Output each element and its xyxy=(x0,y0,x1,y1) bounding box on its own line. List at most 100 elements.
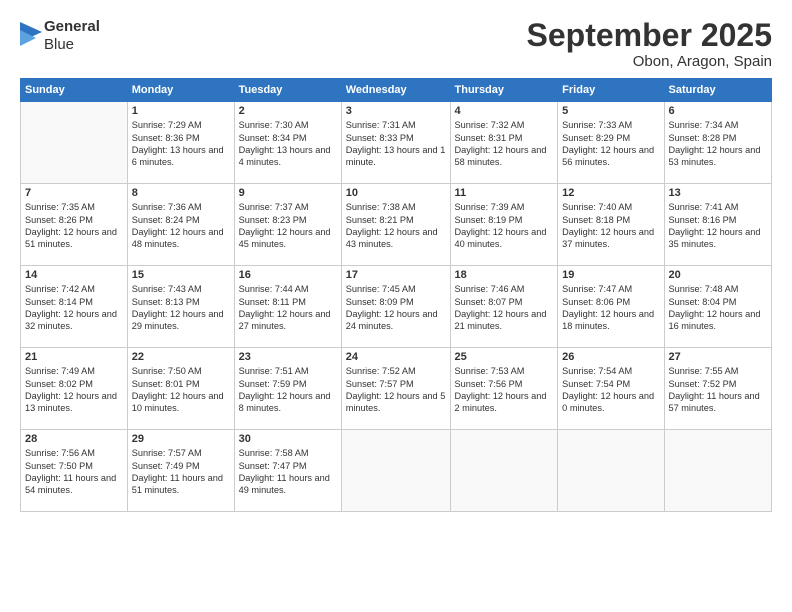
day-number: 19 xyxy=(562,269,659,281)
day-number: 22 xyxy=(132,351,230,363)
day-info: Sunrise: 7:32 AM Sunset: 8:31 PM Dayligh… xyxy=(455,119,554,169)
table-row: 19 Sunrise: 7:47 AM Sunset: 8:06 PM Dayli… xyxy=(558,266,664,348)
day-info: Sunrise: 7:31 AM Sunset: 8:33 PM Dayligh… xyxy=(346,119,446,169)
calendar-table: Sunday Monday Tuesday Wednesday Thursday… xyxy=(20,78,772,512)
day-number: 26 xyxy=(562,351,659,363)
day-info: Sunrise: 7:57 AM Sunset: 7:49 PM Dayligh… xyxy=(132,447,230,497)
day-info: Sunrise: 7:44 AM Sunset: 8:11 PM Dayligh… xyxy=(239,283,337,333)
table-row: 8 Sunrise: 7:36 AM Sunset: 8:24 PM Daylig… xyxy=(127,184,234,266)
day-info: Sunrise: 7:43 AM Sunset: 8:13 PM Dayligh… xyxy=(132,283,230,333)
day-info: Sunrise: 7:39 AM Sunset: 8:19 PM Dayligh… xyxy=(455,201,554,251)
day-info: Sunrise: 7:50 AM Sunset: 8:01 PM Dayligh… xyxy=(132,365,230,415)
col-sunday: Sunday xyxy=(21,79,128,102)
calendar-subtitle: Obon, Aragon, Spain xyxy=(527,53,772,70)
day-info: Sunrise: 7:41 AM Sunset: 8:16 PM Dayligh… xyxy=(669,201,768,251)
day-number: 4 xyxy=(455,105,554,117)
day-number: 11 xyxy=(455,187,554,199)
col-saturday: Saturday xyxy=(664,79,772,102)
table-row: 22 Sunrise: 7:50 AM Sunset: 8:01 PM Dayli… xyxy=(127,348,234,430)
logo-text: General Blue xyxy=(44,18,100,54)
logo-line1: General xyxy=(44,18,100,36)
table-row xyxy=(450,430,558,512)
table-row: 4 Sunrise: 7:32 AM Sunset: 8:31 PM Daylig… xyxy=(450,102,558,184)
day-number: 2 xyxy=(239,105,337,117)
day-number: 29 xyxy=(132,433,230,445)
day-info: Sunrise: 7:56 AM Sunset: 7:50 PM Dayligh… xyxy=(25,447,123,497)
day-info: Sunrise: 7:37 AM Sunset: 8:23 PM Dayligh… xyxy=(239,201,337,251)
day-number: 9 xyxy=(239,187,337,199)
table-row: 2Sunrise: 7:30 AM Sunset: 8:34 PM Daylig… xyxy=(234,102,341,184)
calendar-title: September 2025 xyxy=(527,18,772,53)
day-number: 14 xyxy=(25,269,123,281)
table-row: 23 Sunrise: 7:51 AM Sunset: 7:59 PM Dayli… xyxy=(234,348,341,430)
day-number: 3 xyxy=(346,105,446,117)
day-number: 12 xyxy=(562,187,659,199)
day-number: 5 xyxy=(562,105,659,117)
table-row: 30 Sunrise: 7:58 AM Sunset: 7:47 PM Dayli… xyxy=(234,430,341,512)
day-info: Sunrise: 7:53 AM Sunset: 7:56 PM Dayligh… xyxy=(455,365,554,415)
day-info: Sunrise: 7:55 AM Sunset: 7:52 PM Dayligh… xyxy=(669,365,768,415)
day-number: 10 xyxy=(346,187,446,199)
day-info: Sunrise: 7:47 AM Sunset: 8:06 PM Dayligh… xyxy=(562,283,659,333)
table-row: 25 Sunrise: 7:53 AM Sunset: 7:56 PM Dayli… xyxy=(450,348,558,430)
table-row: 26Sunrise: 7:54 AM Sunset: 7:54 PM Dayli… xyxy=(558,348,664,430)
header: General Blue September 2025 Obon, Aragon… xyxy=(20,18,772,70)
day-number: 23 xyxy=(239,351,337,363)
table-row: 3 Sunrise: 7:31 AM Sunset: 8:33 PM Daylig… xyxy=(341,102,450,184)
table-row: 17 Sunrise: 7:45 AM Sunset: 8:09 PM Dayli… xyxy=(341,266,450,348)
day-number: 28 xyxy=(25,433,123,445)
day-info: Sunrise: 7:38 AM Sunset: 8:21 PM Dayligh… xyxy=(346,201,446,251)
day-info: Sunrise: 7:42 AM Sunset: 8:14 PM Dayligh… xyxy=(25,283,123,333)
day-info: Sunrise: 7:35 AM Sunset: 8:26 PM Dayligh… xyxy=(25,201,123,251)
table-row: 1 Sunrise: 7:29 AM Sunset: 8:36 PM Daylig… xyxy=(127,102,234,184)
table-row: 9 Sunrise: 7:37 AM Sunset: 8:23 PM Daylig… xyxy=(234,184,341,266)
col-tuesday: Tuesday xyxy=(234,79,341,102)
day-number: 8 xyxy=(132,187,230,199)
table-row: 20Sunrise: 7:48 AM Sunset: 8:04 PM Dayli… xyxy=(664,266,772,348)
col-monday: Monday xyxy=(127,79,234,102)
table-row: 7 Sunrise: 7:35 AM Sunset: 8:26 PM Daylig… xyxy=(21,184,128,266)
day-number: 21 xyxy=(25,351,123,363)
table-row xyxy=(341,430,450,512)
day-info: Sunrise: 7:29 AM Sunset: 8:36 PM Dayligh… xyxy=(132,119,230,169)
day-info: Sunrise: 7:40 AM Sunset: 8:18 PM Dayligh… xyxy=(562,201,659,251)
day-info: Sunrise: 7:49 AM Sunset: 8:02 PM Dayligh… xyxy=(25,365,123,415)
table-row: 15 Sunrise: 7:43 AM Sunset: 8:13 PM Dayli… xyxy=(127,266,234,348)
day-number: 7 xyxy=(25,187,123,199)
day-info: Sunrise: 7:48 AM Sunset: 8:04 PM Dayligh… xyxy=(669,283,768,333)
page: General Blue September 2025 Obon, Aragon… xyxy=(0,0,792,612)
table-row: 14 Sunrise: 7:42 AM Sunset: 8:14 PM Dayli… xyxy=(21,266,128,348)
day-number: 25 xyxy=(455,351,554,363)
day-info: Sunrise: 7:36 AM Sunset: 8:24 PM Dayligh… xyxy=(132,201,230,251)
table-row: 28 Sunrise: 7:56 AM Sunset: 7:50 PM Dayli… xyxy=(21,430,128,512)
col-thursday: Thursday xyxy=(450,79,558,102)
day-number: 24 xyxy=(346,351,446,363)
table-row: 11 Sunrise: 7:39 AM Sunset: 8:19 PM Dayli… xyxy=(450,184,558,266)
day-info: Sunrise: 7:45 AM Sunset: 8:09 PM Dayligh… xyxy=(346,283,446,333)
day-number: 30 xyxy=(239,433,337,445)
table-row: 24 Sunrise: 7:52 AM Sunset: 7:57 PM Dayli… xyxy=(341,348,450,430)
logo-line2: Blue xyxy=(44,36,100,54)
table-row xyxy=(558,430,664,512)
day-number: 17 xyxy=(346,269,446,281)
day-number: 13 xyxy=(669,187,768,199)
logo: General Blue xyxy=(20,18,100,54)
day-info: Sunrise: 7:52 AM Sunset: 7:57 PM Dayligh… xyxy=(346,365,446,415)
table-row: 12 Sunrise: 7:40 AM Sunset: 8:18 PM Dayli… xyxy=(558,184,664,266)
day-info: Sunrise: 7:51 AM Sunset: 7:59 PM Dayligh… xyxy=(239,365,337,415)
title-block: September 2025 Obon, Aragon, Spain xyxy=(527,18,772,70)
table-row: 21 Sunrise: 7:49 AM Sunset: 8:02 PM Dayli… xyxy=(21,348,128,430)
col-wednesday: Wednesday xyxy=(341,79,450,102)
calendar-header-row: Sunday Monday Tuesday Wednesday Thursday… xyxy=(21,79,772,102)
table-row: 6Sunrise: 7:34 AM Sunset: 8:28 PM Daylig… xyxy=(664,102,772,184)
day-number: 27 xyxy=(669,351,768,363)
table-row xyxy=(664,430,772,512)
col-friday: Friday xyxy=(558,79,664,102)
logo-icon xyxy=(20,22,42,50)
day-number: 15 xyxy=(132,269,230,281)
day-info: Sunrise: 7:46 AM Sunset: 8:07 PM Dayligh… xyxy=(455,283,554,333)
table-row: 5Sunrise: 7:33 AM Sunset: 8:29 PM Daylig… xyxy=(558,102,664,184)
day-number: 1 xyxy=(132,105,230,117)
day-info: Sunrise: 7:58 AM Sunset: 7:47 PM Dayligh… xyxy=(239,447,337,497)
table-row: 10 Sunrise: 7:38 AM Sunset: 8:21 PM Dayli… xyxy=(341,184,450,266)
